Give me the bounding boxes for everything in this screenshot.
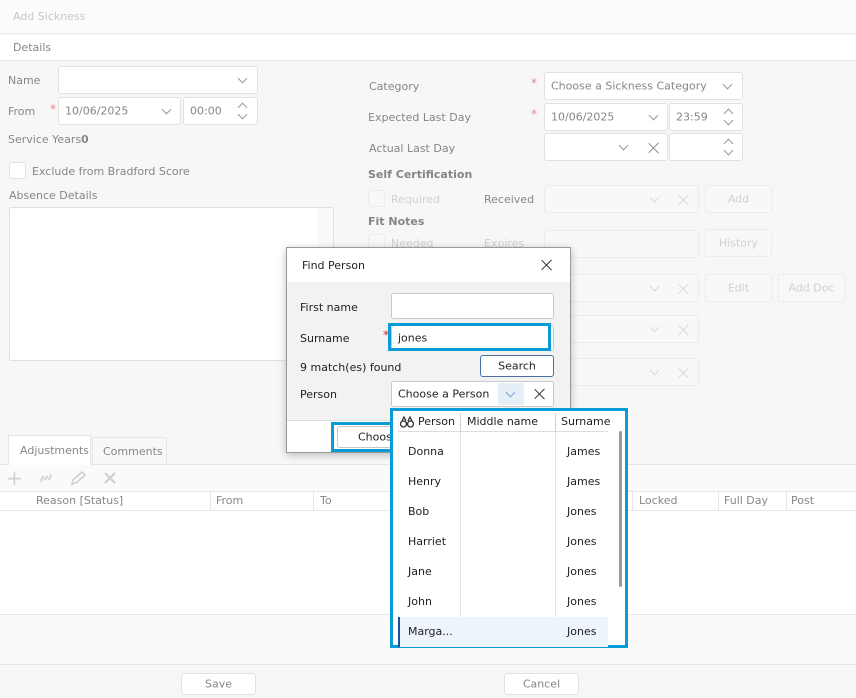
first-name-label: First name: [300, 301, 358, 314]
first-name-input[interactable]: [391, 293, 554, 319]
surname-highlight: [388, 323, 551, 351]
search-button-label: Search: [498, 359, 536, 373]
search-button[interactable]: Search: [480, 355, 554, 377]
person-first-name: Bob: [408, 505, 430, 518]
close-icon[interactable]: [541, 259, 553, 271]
person-placeholder: Choose a Person: [398, 387, 490, 401]
person-surname: James: [567, 475, 601, 488]
list-item[interactable]: Bob Jones: [398, 497, 608, 527]
match-count: 9 match(es) found: [300, 361, 402, 374]
dialog-title: Find Person: [302, 259, 365, 272]
list-item[interactable]: Harriet Jones: [398, 527, 608, 557]
person-first-name: Jane: [408, 565, 432, 578]
person-first-name: Harriet: [408, 535, 447, 548]
person-surname: Jones: [567, 505, 597, 518]
column-divider: [460, 413, 461, 432]
choose-highlight: [331, 422, 395, 452]
list-item[interactable]: Henry James: [398, 467, 608, 497]
binoculars-icon: [400, 416, 414, 428]
person-dropdown-list: Person Middle name Surname Donna James H…: [390, 408, 628, 648]
person-first-name: Donna: [408, 445, 444, 458]
list-item-hovered[interactable]: Marga... Jones: [398, 617, 608, 647]
dropdown-scrollbar[interactable]: [619, 431, 622, 587]
column-divider: [555, 413, 556, 432]
dropdown-col-middle-name: Middle name: [467, 415, 539, 428]
person-surname: Jones: [567, 595, 597, 608]
clear-icon[interactable]: [534, 388, 546, 400]
dropdown-col-surname: Surname: [561, 415, 611, 428]
dropdown-col-person: Person: [418, 415, 455, 428]
dialog-title-bar: Find Person: [287, 248, 570, 282]
person-surname: Jones: [567, 565, 597, 578]
person-surname: Jones: [567, 625, 597, 638]
person-first-name: Henry: [408, 475, 442, 488]
person-first-name: John: [408, 595, 432, 608]
list-item[interactable]: Donna James: [398, 437, 608, 467]
person-surname: Jones: [567, 535, 597, 548]
person-surname: James: [567, 445, 601, 458]
dropdown-header: Person Middle name Surname: [398, 413, 611, 432]
list-item[interactable]: John Jones: [398, 587, 608, 617]
person-dropdown[interactable]: Choose a Person: [391, 381, 554, 407]
person-first-name: Marga...: [408, 625, 453, 638]
surname-label: Surname: [300, 332, 350, 345]
person-label: Person: [300, 388, 337, 401]
list-item[interactable]: Jane Jones: [398, 557, 608, 587]
